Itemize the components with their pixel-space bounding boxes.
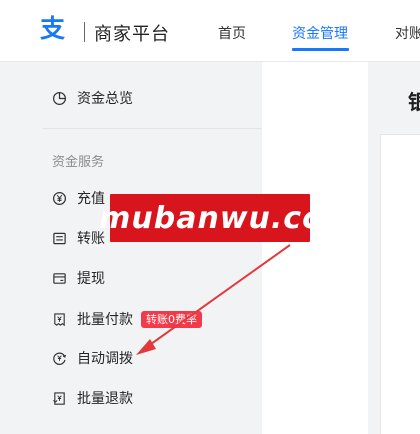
- sidebar-item-funds-overview[interactable]: 资金总览: [52, 87, 133, 109]
- nav-reconciliation[interactable]: 对账: [395, 23, 420, 43]
- sidebar: [0, 62, 262, 434]
- logo-divider: [84, 22, 85, 42]
- sidebar-item-label: 资金总览: [77, 91, 133, 107]
- sidebar-item-recharge[interactable]: 充值: [52, 187, 105, 209]
- nav-home[interactable]: 首页: [218, 23, 246, 43]
- withdraw-icon: [52, 271, 67, 286]
- pie-chart-icon: [52, 91, 67, 106]
- sidebar-item-withdraw[interactable]: 提现: [52, 267, 105, 289]
- content-pane: [262, 62, 368, 434]
- content-heading: 银: [408, 90, 420, 114]
- promo-badge: 转账0费率: [141, 310, 202, 328]
- sidebar-divider: [42, 128, 262, 129]
- sidebar-item-label: 批量付款: [77, 312, 133, 328]
- sidebar-item-batch-refund[interactable]: 批量退款: [52, 387, 133, 409]
- sidebar-item-batch-payment[interactable]: 批量付款 转账0费率: [52, 308, 202, 330]
- batch-refund-icon: [52, 391, 67, 406]
- yuan-circle-icon: [52, 191, 67, 206]
- sidebar-group-title: 资金服务: [52, 155, 105, 170]
- nav-active-underline: [292, 48, 349, 51]
- auto-allocate-icon: [52, 351, 67, 366]
- batch-pay-icon: [52, 312, 67, 327]
- watermark-banner: mubanwu.cc: [99, 194, 320, 242]
- sidebar-item-label: 自动调拨: [77, 351, 133, 367]
- sidebar-item-label: 提现: [77, 271, 105, 287]
- nav-funds-management[interactable]: 资金管理: [292, 23, 348, 43]
- sidebar-item-transfer[interactable]: 转账: [52, 227, 105, 249]
- sidebar-item-auto-allocate[interactable]: 自动调拨: [52, 347, 133, 369]
- alipay-logo-icon[interactable]: 支: [40, 16, 66, 42]
- brand-title: 商家平台: [94, 24, 170, 45]
- transfer-icon: [52, 231, 67, 246]
- sidebar-item-label: 批量退款: [77, 391, 133, 407]
- content-card: [380, 134, 420, 434]
- top-header: 支 商家平台 首页 资金管理 对账: [0, 0, 420, 62]
